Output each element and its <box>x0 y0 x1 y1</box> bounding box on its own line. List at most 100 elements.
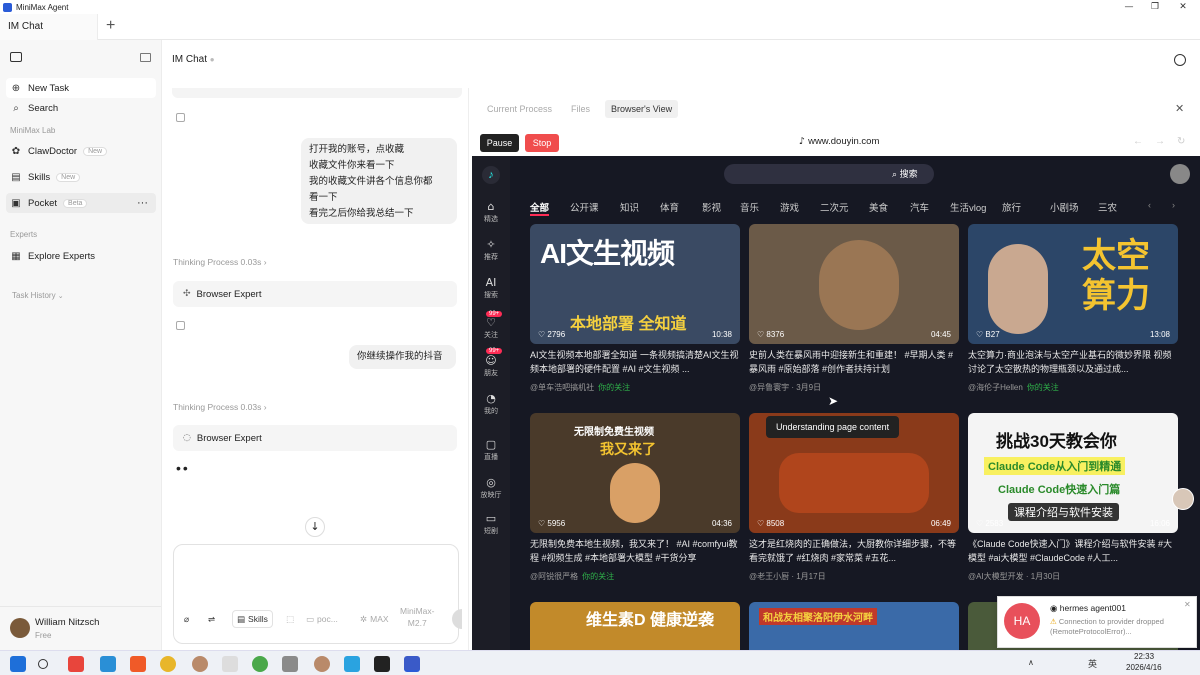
video-caption[interactable]: 无限制免费本地生视频，我又来了！ #AI #comfyui教程 #视频生成 #本… <box>530 537 740 565</box>
browser-expert-step[interactable]: ✣ Browser Expert <box>173 281 457 307</box>
close-panel-button[interactable]: ✕ <box>1175 102 1184 115</box>
nav-ai-search[interactable]: AI 搜索 <box>474 276 508 300</box>
video-caption[interactable]: AI文生视频本地部署全知道 一条视频搞清楚AI文生视频本地部署的硬件配置 #AI… <box>530 348 740 376</box>
category-tab[interactable]: 二次元 <box>820 200 849 214</box>
author[interactable]: @海伦子Hellen <box>968 383 1023 392</box>
sidebar-item-clawdoctor[interactable]: ✿ ClawDoctor New <box>6 141 156 161</box>
skills-button[interactable]: ▤ Skills <box>232 610 273 628</box>
category-tab[interactable]: 影视 <box>702 200 721 214</box>
minimize-button[interactable]: — <box>1116 0 1142 14</box>
copy-icon[interactable] <box>176 113 185 122</box>
search-icon[interactable] <box>38 659 48 669</box>
start-icon[interactable] <box>10 656 26 672</box>
category-tab[interactable]: 汽车 <box>910 200 929 214</box>
category-tab[interactable]: 小剧场 <box>1050 200 1079 214</box>
app-icon[interactable] <box>68 656 84 672</box>
tab-im-chat[interactable]: IM Chat <box>0 14 98 40</box>
floating-avatar[interactable] <box>1172 488 1194 510</box>
profile-icon[interactable] <box>314 656 330 672</box>
author[interactable]: @异鲁寰宇 <box>749 383 789 392</box>
chrome-icon[interactable] <box>252 656 268 672</box>
profile-icon[interactable] <box>192 656 208 672</box>
tray-chevron-icon[interactable]: ∧ <box>1028 658 1034 667</box>
category-tab[interactable]: 美食 <box>869 200 888 214</box>
ime-indicator[interactable]: 英 <box>1088 657 1097 670</box>
video-card[interactable]: ♡ 8376 04:45 <box>749 224 959 344</box>
toast-notification[interactable]: HA ◉ hermes agent001 ⚠ Connection to pro… <box>997 596 1197 648</box>
video-card[interactable]: 太空 算力 ♡ B27 13:08 <box>968 224 1178 344</box>
sidebar-item-new-task[interactable]: ⊕ New Task <box>6 78 156 98</box>
video-caption[interactable]: 史前人类在暴风雨中迎接新生和重建！ #早期人类 #暴风雨 #原始部落 #创作者扶… <box>749 348 959 376</box>
brave-icon[interactable] <box>130 656 146 672</box>
nav-friends[interactable]: ☺ 朋友 <box>474 354 508 378</box>
sidebar-item-skills[interactable]: ▤ Skills New <box>6 167 156 187</box>
nav-cinema[interactable]: ◎ 放映厅 <box>474 476 508 500</box>
settings-icon[interactable] <box>1174 54 1186 66</box>
max-mode-button[interactable]: ✲ MAX <box>360 610 389 628</box>
send-button[interactable] <box>452 609 462 629</box>
nav-following[interactable]: ♡ 关注 <box>474 316 508 340</box>
author[interactable]: @AI大模型开发 <box>968 572 1024 581</box>
explorer-icon[interactable] <box>282 656 298 672</box>
tab-current-process[interactable]: Current Process <box>487 100 552 118</box>
category-tab[interactable]: 三农 <box>1098 200 1117 214</box>
avatar[interactable] <box>10 618 30 638</box>
douyin-avatar[interactable] <box>1170 164 1190 184</box>
task-history-toggle[interactable]: Task History ⌄ <box>12 291 64 300</box>
thinking-process-toggle[interactable]: Thinking Process 0.03s › <box>173 257 267 267</box>
video-card[interactable]: 挑战30天教会你 Claude Code从入门到精通 Claude Code快速… <box>968 413 1178 533</box>
video-caption[interactable]: 这才是红烧肉的正确做法，大厨教你详细步骤，不等看完就饿了 #红烧肉 #家常菜 #… <box>749 537 959 565</box>
sidebar-item-search[interactable]: ⌕ Search <box>6 98 156 118</box>
settings-sliders-icon[interactable]: ⇌ <box>208 610 215 628</box>
video-card[interactable]: 和战友相聚洛阳伊水河畔 <box>749 602 959 650</box>
chevron-right-icon[interactable]: › <box>1172 200 1175 210</box>
minimax-agent-icon[interactable] <box>404 656 420 672</box>
category-tab[interactable]: 旅行 <box>1002 200 1021 214</box>
category-tab[interactable]: 体育 <box>660 200 679 214</box>
video-card[interactable]: AI文生视频 本地部署 全知道 ♡ 2796 10:38 <box>530 224 740 344</box>
maximize-button[interactable]: ❐ <box>1142 0 1168 14</box>
category-tab[interactable]: 生活vlog <box>950 200 986 214</box>
author[interactable]: @单车浩吧搞机社 <box>530 383 594 392</box>
more-icon[interactable]: ··· <box>137 197 148 209</box>
nav-short-drama[interactable]: ▭ 短剧 <box>474 512 508 536</box>
tab-browsers-view[interactable]: Browser's View <box>605 100 679 118</box>
category-tab[interactable]: 音乐 <box>740 200 759 214</box>
category-tab[interactable]: 全部 <box>530 200 550 216</box>
tab-files[interactable]: Files <box>571 100 590 118</box>
video-card[interactable]: 维生素D 健康逆袭 <box>530 602 740 650</box>
close-icon[interactable]: ✕ <box>1184 600 1191 609</box>
edge-icon[interactable] <box>100 656 116 672</box>
collapse-sidebar-icon[interactable] <box>140 53 151 62</box>
video-caption[interactable]: 太空算力·商业泡沫与太空产业基石的微妙界限 视频讨论了太空散热的物理瓶颈以及通过… <box>968 348 1178 376</box>
chevron-left-icon[interactable]: ‹ <box>1148 200 1151 210</box>
copy-icon[interactable] <box>176 321 185 330</box>
author[interactable]: @老王小厨 <box>749 572 789 581</box>
video-card[interactable]: 无限制免费生视频 我又来了 ♡ 5956 04:36 <box>530 413 740 533</box>
nav-recommend[interactable]: ✧ 推荐 <box>474 238 508 262</box>
thinking-process-toggle[interactable]: Thinking Process 0.03s › <box>173 402 267 412</box>
attach-icon[interactable]: ⌀ <box>184 610 189 628</box>
category-tab[interactable]: 游戏 <box>780 200 799 214</box>
screenshot-icon[interactable]: ⬚ <box>286 610 294 628</box>
douyin-search-input[interactable]: ⌕ 搜索 <box>724 164 934 184</box>
close-button[interactable]: ✕ <box>1170 0 1196 14</box>
browser-expert-step[interactable]: ◌ Browser Expert <box>173 425 457 451</box>
telegram-icon[interactable] <box>344 656 360 672</box>
category-tab[interactable]: 公开课 <box>570 200 599 214</box>
scroll-down-button[interactable]: ↓ <box>305 517 325 537</box>
add-tab-button[interactable]: + <box>106 14 120 40</box>
message-input[interactable]: ⌀ ⇌ ▤ Skills ⬚ ▭ poc... ✲ MAX MiniMax- M2.7 <box>173 544 462 644</box>
video-caption[interactable]: 《Claude Code快速入门》课程介绍与软件安装 #大模型 #ai大模型 #… <box>968 537 1178 565</box>
search-button[interactable]: ⌕ 搜索 <box>892 167 918 180</box>
douyin-logo-icon[interactable]: ♪ <box>482 166 500 184</box>
sidebar-item-explore-experts[interactable]: ▦ Explore Experts <box>6 246 156 266</box>
author[interactable]: @阿锐很严格 <box>530 572 578 581</box>
nav-live[interactable]: ▢ 直播 <box>474 438 508 462</box>
chrome-icon[interactable] <box>160 656 176 672</box>
pause-button[interactable]: Pause <box>480 134 519 152</box>
forward-icon[interactable]: → <box>1155 136 1165 147</box>
category-tab[interactable]: 知识 <box>620 200 639 214</box>
back-icon[interactable]: ← <box>1133 136 1143 147</box>
sidebar-item-pocket[interactable]: ▣ Pocket Beta ··· <box>6 193 156 213</box>
